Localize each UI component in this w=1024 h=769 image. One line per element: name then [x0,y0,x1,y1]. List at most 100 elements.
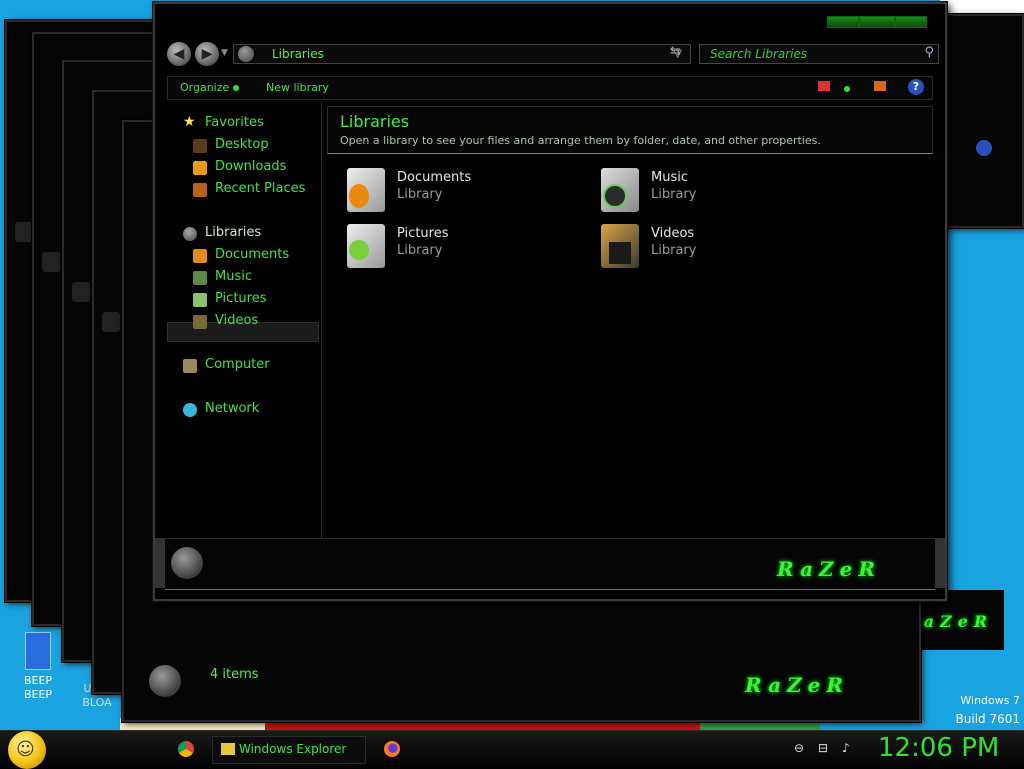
computer-icon [183,359,197,373]
library-item-name: Music [651,170,688,185]
libraries-orb-icon [183,227,197,241]
pictures-icon [193,293,207,307]
smiley-icon: ☺ [16,739,35,760]
refresh-icon[interactable]: ⇆ [670,44,681,59]
taskbar: ☺ Windows Explorer ⊖ ⊟ ♪ 12:06 PM [0,730,1024,769]
folder-icon [221,743,235,755]
recent-pages-dropdown-icon[interactable]: ▼ [221,48,228,58]
new-library-button[interactable]: New library [266,81,329,94]
music-library-icon [601,168,639,212]
window-edge-left [155,538,165,588]
documents-library-icon [347,168,385,212]
library-header: Libraries Open a library to see your fil… [327,106,933,154]
tray-volume-icon[interactable]: ♪ [842,741,850,755]
desktop-icon [193,139,207,153]
library-item-type: Library [651,243,697,258]
chrome-icon[interactable] [178,741,194,757]
pane-divider[interactable] [321,102,322,538]
nav-computer-label: Computer [205,357,270,372]
window-rail [15,222,33,242]
desktop-icon-beep[interactable]: BEEP BEEP [8,632,68,702]
help-icon[interactable] [976,140,992,156]
page-title: Libraries [340,112,410,131]
pictures-library-icon [347,224,385,268]
library-item-type: Library [651,187,697,202]
nav-favorites-label: Favorites [205,115,264,130]
videos-icon [193,315,207,329]
downloads-icon [193,161,207,175]
desktop-icon-beep-label: BEEP BEEP [23,674,53,701]
nav-videos-label: Videos [215,313,259,328]
organize-label: Organize [180,81,230,94]
tray-network-icon[interactable]: ⊟ [818,741,828,755]
content-pane: Libraries Open a library to see your fil… [323,102,935,538]
firefox-icon[interactable] [384,741,400,757]
forward-button[interactable]: ▶ [195,42,219,66]
nav-desktop-label: Desktop [215,137,269,152]
clock[interactable]: 12:06 PM [878,733,999,763]
nav-recent-places-label: Recent Places [215,181,306,196]
star-icon: ★ [183,114,196,130]
document-icon [25,632,51,670]
title-bar[interactable] [155,4,945,40]
start-button[interactable]: ☺ [8,731,46,769]
os-name-watermark: Windows 7 [960,694,1020,707]
help-icon[interactable]: ? [908,79,924,95]
network-icon [183,403,197,417]
tray-icon-minus[interactable]: ⊖ [794,741,804,755]
library-item-name: Documents [397,170,472,185]
minimize-button[interactable] [827,16,859,28]
documents-icon [193,249,207,263]
library-item-name: Videos [651,226,695,241]
library-item-type: Library [397,187,443,202]
music-icon [193,271,207,285]
os-build-watermark: Build 7601 [955,712,1020,726]
new-library-label: New library [266,81,329,94]
search-placeholder: Search Libraries [710,47,808,61]
close-button[interactable] [895,16,927,28]
search-icon[interactable]: ⚲ [924,45,934,60]
window-orb-icon [171,547,203,579]
library-item-name: Pictures [397,226,449,241]
search-input[interactable]: Search Libraries ⚲ [699,44,939,64]
background-window-statusbar: 4 items RaZeR [133,655,913,707]
page-description: Open a library to see your files and arr… [340,134,821,147]
organize-button[interactable]: Organize [180,81,240,94]
library-item-documents[interactable]: Documents Library [347,168,567,218]
nav-libraries-label: Libraries [205,225,262,240]
nav-downloads-label: Downloads [215,159,287,174]
maximize-button[interactable] [859,16,895,28]
navigation-pane: ★ Favorites Desktop Downloads Recent Pla… [165,102,321,538]
libraries-orb-icon [238,46,254,62]
back-button[interactable]: ◀ [167,42,191,66]
window-rail [42,252,60,272]
view-options-icon[interactable] [844,81,856,92]
videos-library-icon [601,224,639,268]
taskbar-explorer-button[interactable]: Windows Explorer [212,736,366,764]
details-pane: RaZeR [165,538,935,590]
change-view-icon[interactable] [818,81,830,91]
explorer-window[interactable]: ◀ ▶ ▼ Libraries ▽ ⇆ Search Libraries ⚲ O… [153,2,947,601]
recent-places-icon [193,183,207,197]
razer-logo: RaZeR [777,557,881,581]
library-item-pictures[interactable]: Pictures Library [347,224,567,274]
razer-logo: RaZeR [745,673,849,697]
status-item-count: 4 items [210,667,259,682]
window-orb-icon [149,665,181,697]
library-item-music[interactable]: Music Library [601,168,821,218]
organize-dropdown-icon [233,85,240,91]
nav-network-label: Network [205,401,260,416]
address-text: Libraries [272,47,324,61]
library-item-type: Library [397,243,443,258]
window-rail [72,282,90,302]
nav-documents-label: Documents [215,247,290,262]
nav-pictures-label: Pictures [215,291,267,306]
library-item-videos[interactable]: Videos Library [601,224,821,274]
address-bar[interactable]: Libraries ▽ [233,44,691,64]
window-edge-right [935,538,945,588]
navigation-bar: ◀ ▶ ▼ Libraries ▽ ⇆ Search Libraries ⚲ [163,42,939,68]
taskbar-explorer-label: Windows Explorer [239,742,347,756]
command-toolbar: Organize New library ? [167,76,933,100]
preview-pane-icon[interactable] [874,81,886,91]
nav-music-label: Music [215,269,252,284]
